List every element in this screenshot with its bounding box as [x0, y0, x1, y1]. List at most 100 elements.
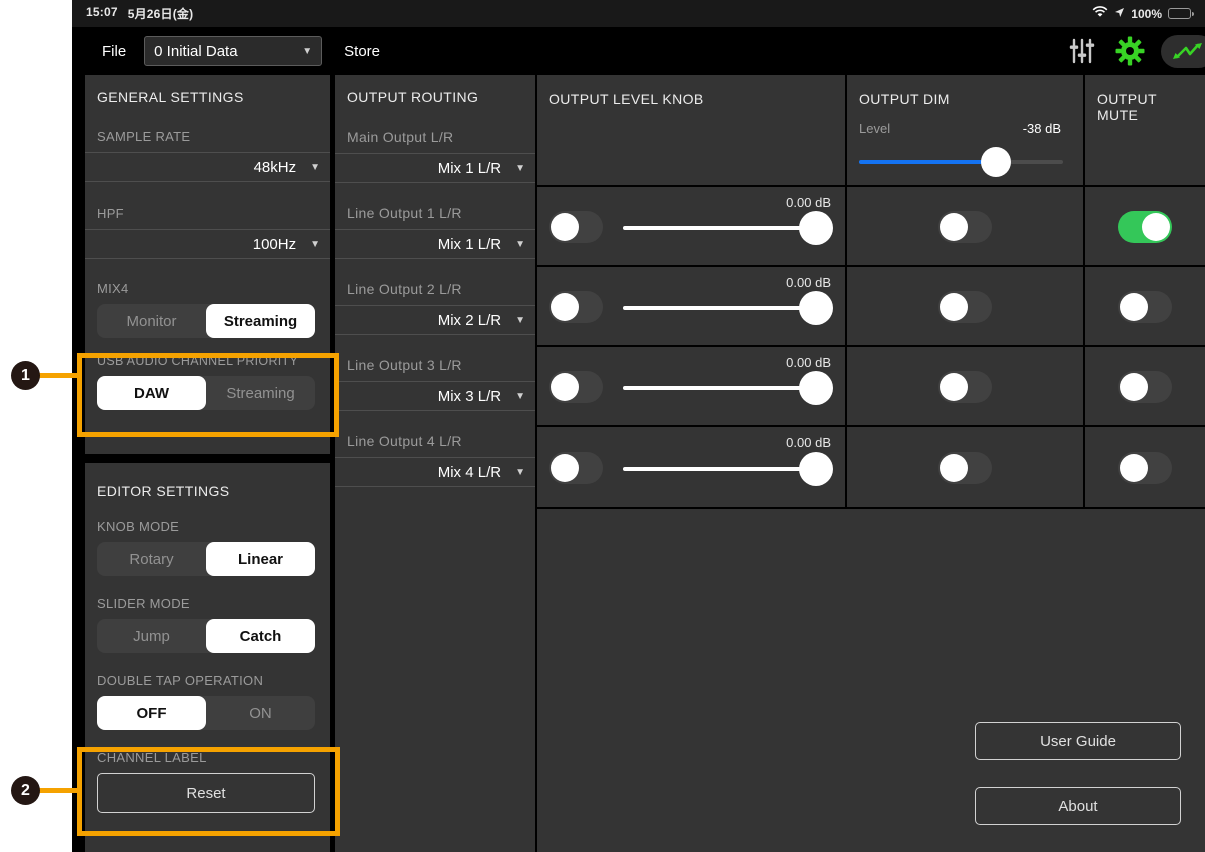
- level-knob-cell: 0.00 dB: [537, 187, 845, 265]
- usb-priority-option-daw[interactable]: DAW: [97, 376, 206, 410]
- usb-priority-option-streaming[interactable]: Streaming: [206, 376, 315, 410]
- output-mute-header: OUTPUT MUTE: [1085, 75, 1205, 185]
- level-knob-toggle[interactable]: [549, 291, 603, 323]
- level-slider[interactable]: [623, 452, 833, 486]
- level-knob-cell: 0.00 dB: [537, 267, 845, 345]
- mix4-label: MIX4: [85, 281, 330, 296]
- file-preset-select[interactable]: 0 Initial Data ▼: [144, 36, 322, 66]
- chevron-down-icon: ▼: [515, 315, 525, 326]
- usb-priority-segment: DAW Streaming: [97, 376, 315, 410]
- user-guide-button[interactable]: User Guide: [975, 722, 1181, 760]
- level-slider[interactable]: [623, 371, 833, 405]
- level-slider-knob[interactable]: [799, 291, 833, 325]
- dim-level-slider[interactable]: [859, 147, 1063, 177]
- annotation-badge-2: 2: [11, 776, 40, 805]
- general-settings-panel: GENERAL SETTINGS SAMPLE RATE 48kHz ▼ HPF…: [85, 75, 330, 454]
- channel-label-label: CHANNEL LABEL: [85, 750, 330, 765]
- dim-toggle[interactable]: [938, 291, 992, 323]
- level-slider-knob[interactable]: [799, 211, 833, 245]
- dim-slider-knob[interactable]: [981, 147, 1011, 177]
- mute-toggle[interactable]: [1118, 291, 1172, 323]
- status-bar: 15:07 5月26日(金) 100%: [72, 0, 1205, 27]
- level-knob-toggle[interactable]: [549, 371, 603, 403]
- level-knob-cell: 0.00 dB: [537, 427, 845, 507]
- hpf-label: HPF: [85, 206, 330, 221]
- mute-toggle[interactable]: [1118, 371, 1172, 403]
- hpf-value: 100Hz: [253, 236, 296, 253]
- mute-cell: [1085, 347, 1205, 425]
- slider-mode-option-catch[interactable]: Catch: [206, 619, 315, 653]
- level-db-value: 0.00 dB: [786, 435, 831, 450]
- routing-row-value: Mix 4 L/R: [438, 464, 501, 481]
- level-knob-toggle[interactable]: [549, 452, 603, 484]
- dim-level-value: -38 dB: [1023, 121, 1061, 136]
- channel-label-reset-button[interactable]: Reset: [97, 773, 315, 813]
- dim-toggle[interactable]: [938, 211, 992, 243]
- level-slider[interactable]: [623, 211, 833, 245]
- routing-row-label: Main Output L/R: [335, 129, 535, 145]
- chevron-down-icon: ▼: [310, 162, 320, 173]
- level-db-value: 0.00 dB: [786, 275, 831, 290]
- double-tap-option-on[interactable]: ON: [206, 696, 315, 730]
- level-knob-toggle[interactable]: [549, 211, 603, 243]
- knob-mode-option-rotary[interactable]: Rotary: [97, 542, 206, 576]
- routing-row-select[interactable]: Mix 2 L/R ▼: [335, 305, 535, 335]
- routing-row-value: Mix 2 L/R: [438, 312, 501, 329]
- level-slider[interactable]: [623, 291, 833, 325]
- footer-panel: User Guide About: [537, 509, 1205, 852]
- file-preset-value: 0 Initial Data: [154, 43, 237, 60]
- level-db-value: 0.00 dB: [786, 355, 831, 370]
- routing-row-value: Mix 1 L/R: [438, 236, 501, 253]
- mute-toggle[interactable]: [1118, 211, 1172, 243]
- about-button[interactable]: About: [975, 787, 1181, 825]
- chevron-down-icon: ▼: [515, 467, 525, 478]
- level-slider-knob[interactable]: [799, 371, 833, 405]
- level-db-value: 0.00 dB: [786, 195, 831, 210]
- output-routing-panel: OUTPUT ROUTING Main Output L/R Mix 1 L/R…: [335, 75, 535, 852]
- status-date: 5月26日(金): [128, 5, 194, 22]
- dim-cell: [847, 267, 1083, 345]
- mix4-option-streaming[interactable]: Streaming: [206, 304, 315, 338]
- mute-cell: [1085, 427, 1205, 507]
- general-settings-title: GENERAL SETTINGS: [85, 75, 330, 105]
- usb-priority-label: USB AUDIO CHANNEL PRIORITY: [85, 354, 330, 368]
- routing-row-select[interactable]: Mix 1 L/R ▼: [335, 229, 535, 259]
- double-tap-segment: OFF ON: [97, 696, 315, 730]
- chevron-down-icon: ▼: [310, 239, 320, 250]
- mix4-segment: Monitor Streaming: [97, 304, 315, 338]
- chevron-down-icon: ▼: [515, 239, 525, 250]
- toolbar: File 0 Initial Data ▼ Store: [72, 27, 1205, 75]
- level-slider-knob[interactable]: [799, 452, 833, 486]
- double-tap-label: DOUBLE TAP OPERATION: [85, 673, 330, 688]
- dim-toggle[interactable]: [938, 452, 992, 484]
- mute-toggle[interactable]: [1118, 452, 1172, 484]
- sample-rate-label: SAMPLE RATE: [85, 129, 330, 144]
- routing-row-select[interactable]: Mix 3 L/R ▼: [335, 381, 535, 411]
- sample-rate-select[interactable]: 48kHz ▼: [85, 152, 330, 182]
- routing-row-select[interactable]: Mix 1 L/R ▼: [335, 153, 535, 183]
- dim-cell: [847, 347, 1083, 425]
- routing-row-select[interactable]: Mix 4 L/R ▼: [335, 457, 535, 487]
- gear-icon[interactable]: [1113, 34, 1147, 68]
- annotation-line-1: [38, 373, 78, 378]
- status-time: 15:07: [86, 5, 118, 22]
- faders-icon[interactable]: [1065, 34, 1099, 68]
- mix4-option-monitor[interactable]: Monitor: [97, 304, 206, 338]
- transfer-icon[interactable]: [1161, 35, 1205, 68]
- hpf-select[interactable]: 100Hz ▼: [85, 229, 330, 259]
- sample-rate-value: 48kHz: [254, 159, 297, 176]
- store-button[interactable]: Store: [344, 43, 380, 60]
- routing-row-value: Mix 3 L/R: [438, 388, 501, 405]
- slider-mode-label: SLIDER MODE: [85, 596, 330, 611]
- knob-mode-segment: Rotary Linear: [97, 542, 315, 576]
- output-level-knob-title: OUTPUT LEVEL KNOB: [537, 75, 845, 107]
- knob-mode-option-linear[interactable]: Linear: [206, 542, 315, 576]
- annotation-badge-1: 1: [11, 361, 40, 390]
- routing-row-value: Mix 1 L/R: [438, 160, 501, 177]
- dim-toggle[interactable]: [938, 371, 992, 403]
- slider-mode-segment: Jump Catch: [97, 619, 315, 653]
- double-tap-option-off[interactable]: OFF: [97, 696, 206, 730]
- slider-mode-option-jump[interactable]: Jump: [97, 619, 206, 653]
- battery-percent: 100%: [1131, 7, 1162, 21]
- dim-cell: [847, 187, 1083, 265]
